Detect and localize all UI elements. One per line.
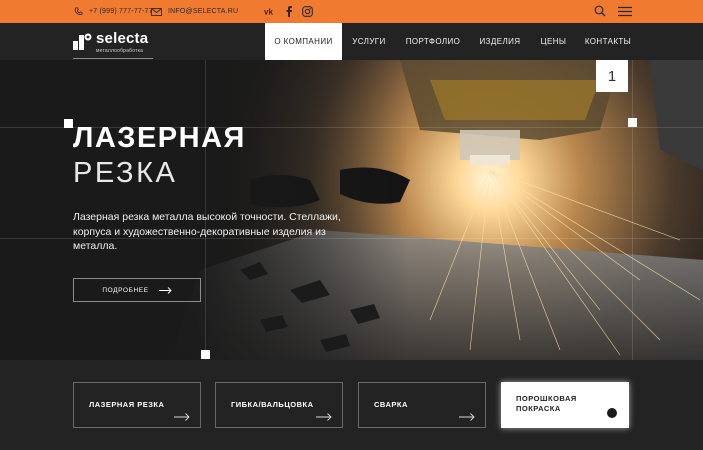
hero-title-line2: РЕЗКА [73,157,178,189]
vk-icon[interactable]: vk [264,5,276,17]
logo-wordmark: selecta [96,30,149,47]
phone-icon [74,7,83,15]
top-bar: +7 (999) 777-77-77 INFO@SELECTA.RU vk [0,0,703,23]
facebook-icon[interactable] [285,5,293,17]
nav-item-portfolio[interactable]: ПОРТФОЛИО [400,23,466,60]
nav-item-about[interactable]: О КОМПАНИИ [265,23,342,60]
hero-slider: 1 ЛАЗЕРНАЯ РЕЗКА Лазерная резка металла … [0,60,703,360]
grid-line-vertical [632,60,633,360]
mail-icon [151,7,162,16]
service-card-label: СВАРКА [374,400,408,409]
phone-link[interactable]: +7 (999) 777-77-77 [74,0,153,23]
slide-counter: 1 [596,60,628,92]
service-card-laser-cutting[interactable]: ЛАЗЕРНАЯ РЕЗКА [73,382,201,428]
service-card-welding[interactable]: СВАРКА [358,382,486,428]
active-indicator-dot [607,408,617,418]
logo-mark-icon [73,33,92,50]
menu-icon[interactable] [618,6,632,17]
arrow-right-icon [316,413,332,421]
nav-item-prices[interactable]: ЦЕНЫ [536,23,571,60]
email-link[interactable]: INFO@SELECTA.RU [151,0,238,23]
service-card-label: ПОРОШКОВАЯ ПОКРАСКА [516,394,577,413]
main-header: selecta металлообработка О КОМПАНИИ УСЛУ… [0,23,703,60]
top-tools [594,5,632,17]
service-card-label: ГИБКА/ВАЛЬЦОВКА [231,400,314,409]
page: +7 (999) 777-77-77 INFO@SELECTA.RU vk se… [0,0,703,450]
arrow-right-icon [158,286,172,294]
services-strip: ЛАЗЕРНАЯ РЕЗКА ГИБКА/ВАЛЬЦОВКА СВАРКА ПО… [0,360,703,450]
more-button[interactable]: ПОДРОБНЕЕ [73,278,201,302]
email-address: INFO@SELECTA.RU [168,8,239,15]
hero-description: Лазерная резка металла высокой точности.… [73,211,341,252]
nav-item-contacts[interactable]: КОНТАКТЫ [582,23,634,60]
social-links: vk [264,5,313,17]
service-card-label: ЛАЗЕРНАЯ РЕЗКА [89,400,165,409]
nav-item-services[interactable]: УСЛУГИ [344,23,394,60]
arrow-right-icon [174,413,190,421]
svg-text:vk: vk [264,8,273,17]
decor-square [64,119,73,128]
instagram-icon[interactable] [302,5,313,17]
phone-number: +7 (999) 777-77-77 [89,8,153,15]
decor-square [201,350,210,359]
search-icon[interactable] [594,5,606,17]
service-card-powder-coating[interactable]: ПОРОШКОВАЯ ПОКРАСКА [501,382,629,428]
arrow-right-icon [459,413,475,421]
hero-title-line1: ЛАЗЕРНАЯ [73,122,246,154]
logo-tagline: металлообработка [96,48,144,54]
decor-square [628,118,637,127]
more-button-label: ПОДРОБНЕЕ [102,286,149,294]
nav-item-products[interactable]: ИЗДЕЛИЯ [475,23,525,60]
logo[interactable]: selecta металлообработка [73,29,153,59]
service-card-bending[interactable]: ГИБКА/ВАЛЬЦОВКА [215,382,343,428]
